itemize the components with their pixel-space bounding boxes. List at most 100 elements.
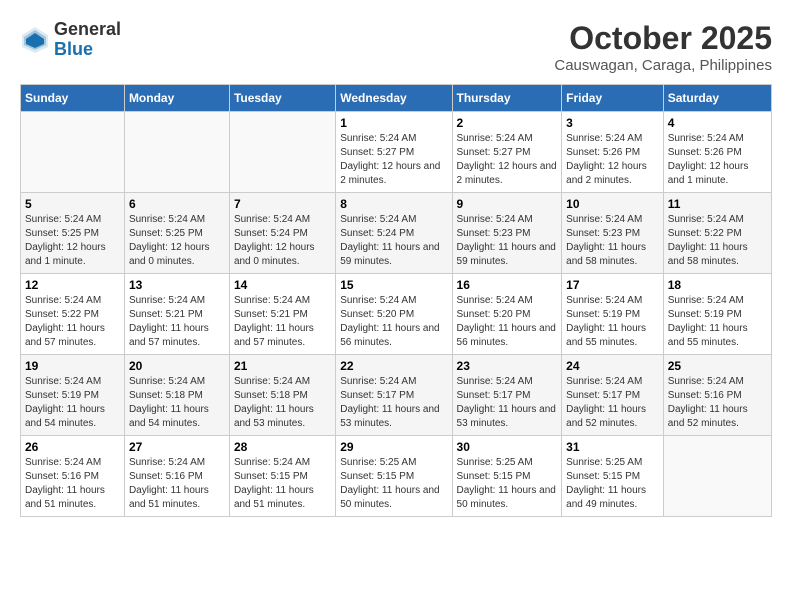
calendar-cell: 14 Sunrise: 5:24 AM Sunset: 5:21 PM Dayli… (229, 274, 335, 355)
day-info: Sunrise: 5:24 AM Sunset: 5:23 PM Dayligh… (566, 213, 659, 269)
day-number: 6 (129, 197, 225, 211)
calendar-cell: 15 Sunrise: 5:24 AM Sunset: 5:20 PM Dayli… (336, 274, 452, 355)
day-info: Sunrise: 5:24 AM Sunset: 5:25 PM Dayligh… (129, 213, 225, 269)
calendar-cell: 4Sunrise: 5:24 AM Sunset: 5:26 PM Daylig… (663, 112, 771, 193)
calendar-cell: 7 Sunrise: 5:24 AM Sunset: 5:24 PM Daylig… (229, 193, 335, 274)
calendar-week-4: 26 Sunrise: 5:24 AM Sunset: 5:16 PM Dayli… (21, 436, 772, 517)
day-info: Sunrise: 5:24 AM Sunset: 5:17 PM Dayligh… (566, 375, 659, 431)
title-section: October 2025 Causwagan, Caraga, Philippi… (554, 20, 772, 74)
calendar-week-3: 19Sunrise: 5:24 AM Sunset: 5:19 PM Dayli… (21, 355, 772, 436)
day-info: Sunrise: 5:24 AM Sunset: 5:21 PM Dayligh… (234, 294, 331, 350)
day-number: 18 (668, 278, 767, 292)
calendar-cell: 21Sunrise: 5:24 AM Sunset: 5:18 PM Dayli… (229, 355, 335, 436)
day-number: 29 (340, 440, 447, 454)
day-info: Sunrise: 5:24 AM Sunset: 5:26 PM Dayligh… (566, 132, 659, 188)
calendar-body: 1Sunrise: 5:24 AM Sunset: 5:27 PM Daylig… (21, 112, 772, 517)
day-info: Sunrise: 5:24 AM Sunset: 5:16 PM Dayligh… (668, 375, 767, 431)
day-number: 26 (25, 440, 120, 454)
day-info: Sunrise: 5:24 AM Sunset: 5:18 PM Dayligh… (129, 375, 225, 431)
calendar-week-2: 12 Sunrise: 5:24 AM Sunset: 5:22 PM Dayli… (21, 274, 772, 355)
calendar-cell: 6 Sunrise: 5:24 AM Sunset: 5:25 PM Daylig… (124, 193, 229, 274)
day-info: Sunrise: 5:24 AM Sunset: 5:17 PM Dayligh… (340, 375, 447, 431)
calendar-cell: 25Sunrise: 5:24 AM Sunset: 5:16 PM Dayli… (663, 355, 771, 436)
calendar-cell (21, 112, 125, 193)
header-monday: Monday (124, 85, 229, 112)
calendar-cell: 16 Sunrise: 5:24 AM Sunset: 5:20 PM Dayli… (452, 274, 562, 355)
header-saturday: Saturday (663, 85, 771, 112)
logo-text: General Blue (54, 20, 121, 60)
day-info: Sunrise: 5:24 AM Sunset: 5:21 PM Dayligh… (129, 294, 225, 350)
day-info: Sunrise: 5:24 AM Sunset: 5:19 PM Dayligh… (566, 294, 659, 350)
day-info: Sunrise: 5:25 AM Sunset: 5:15 PM Dayligh… (566, 456, 659, 512)
day-info: Sunrise: 5:24 AM Sunset: 5:20 PM Dayligh… (457, 294, 558, 350)
day-info: Sunrise: 5:24 AM Sunset: 5:24 PM Dayligh… (234, 213, 331, 269)
day-info: Sunrise: 5:24 AM Sunset: 5:16 PM Dayligh… (25, 456, 120, 512)
calendar-cell (229, 112, 335, 193)
day-info: Sunrise: 5:24 AM Sunset: 5:19 PM Dayligh… (668, 294, 767, 350)
day-number: 14 (234, 278, 331, 292)
header-row: Sunday Monday Tuesday Wednesday Thursday… (21, 85, 772, 112)
day-number: 11 (668, 197, 767, 211)
day-number: 9 (457, 197, 558, 211)
header-tuesday: Tuesday (229, 85, 335, 112)
calendar-cell: 17 Sunrise: 5:24 AM Sunset: 5:19 PM Dayli… (562, 274, 664, 355)
calendar-cell: 5 Sunrise: 5:24 AM Sunset: 5:25 PM Daylig… (21, 193, 125, 274)
calendar-cell: 30 Sunrise: 5:25 AM Sunset: 5:15 PM Dayli… (452, 436, 562, 517)
calendar-cell: 28 Sunrise: 5:24 AM Sunset: 5:15 PM Dayli… (229, 436, 335, 517)
calendar-cell: 3 Sunrise: 5:24 AM Sunset: 5:26 PM Daylig… (562, 112, 664, 193)
day-info: Sunrise: 5:24 AM Sunset: 5:20 PM Dayligh… (340, 294, 447, 350)
day-number: 10 (566, 197, 659, 211)
calendar-cell: 29 Sunrise: 5:25 AM Sunset: 5:15 PM Dayli… (336, 436, 452, 517)
day-info: Sunrise: 5:24 AM Sunset: 5:22 PM Dayligh… (668, 213, 767, 269)
day-number: 5 (25, 197, 120, 211)
calendar-cell (663, 436, 771, 517)
day-number: 23 (457, 359, 558, 373)
day-number: 17 (566, 278, 659, 292)
day-info: Sunrise: 5:24 AM Sunset: 5:19 PM Dayligh… (25, 375, 120, 431)
calendar-cell: 26 Sunrise: 5:24 AM Sunset: 5:16 PM Dayli… (21, 436, 125, 517)
calendar-table: Sunday Monday Tuesday Wednesday Thursday… (20, 84, 772, 517)
day-number: 20 (129, 359, 225, 373)
day-number: 3 (566, 116, 659, 130)
calendar-cell: 12 Sunrise: 5:24 AM Sunset: 5:22 PM Dayli… (21, 274, 125, 355)
day-number: 16 (457, 278, 558, 292)
month-title: October 2025 (554, 20, 772, 57)
day-number: 31 (566, 440, 659, 454)
calendar-cell (124, 112, 229, 193)
day-number: 28 (234, 440, 331, 454)
calendar-week-0: 1Sunrise: 5:24 AM Sunset: 5:27 PM Daylig… (21, 112, 772, 193)
calendar-cell: 20 Sunrise: 5:24 AM Sunset: 5:18 PM Dayli… (124, 355, 229, 436)
day-info: Sunrise: 5:24 AM Sunset: 5:25 PM Dayligh… (25, 213, 120, 269)
day-number: 7 (234, 197, 331, 211)
day-number: 8 (340, 197, 447, 211)
calendar-cell: 23 Sunrise: 5:24 AM Sunset: 5:17 PM Dayli… (452, 355, 562, 436)
calendar-cell: 18 Sunrise: 5:24 AM Sunset: 5:19 PM Dayli… (663, 274, 771, 355)
location: Causwagan, Caraga, Philippines (554, 57, 772, 74)
calendar-cell: 11 Sunrise: 5:24 AM Sunset: 5:22 PM Dayli… (663, 193, 771, 274)
day-number: 30 (457, 440, 558, 454)
day-info: Sunrise: 5:24 AM Sunset: 5:22 PM Dayligh… (25, 294, 120, 350)
header-thursday: Thursday (452, 85, 562, 112)
day-info: Sunrise: 5:24 AM Sunset: 5:26 PM Dayligh… (668, 132, 767, 188)
header-friday: Friday (562, 85, 664, 112)
day-info: Sunrise: 5:24 AM Sunset: 5:23 PM Dayligh… (457, 213, 558, 269)
logo-general: General (54, 20, 121, 40)
day-number: 13 (129, 278, 225, 292)
day-number: 24 (566, 359, 659, 373)
day-info: Sunrise: 5:24 AM Sunset: 5:17 PM Dayligh… (457, 375, 558, 431)
day-number: 12 (25, 278, 120, 292)
day-info: Sunrise: 5:24 AM Sunset: 5:27 PM Dayligh… (457, 132, 558, 188)
calendar-cell: 22 Sunrise: 5:24 AM Sunset: 5:17 PM Dayli… (336, 355, 452, 436)
calendar-header: Sunday Monday Tuesday Wednesday Thursday… (21, 85, 772, 112)
day-info: Sunrise: 5:24 AM Sunset: 5:15 PM Dayligh… (234, 456, 331, 512)
day-number: 22 (340, 359, 447, 373)
day-number: 15 (340, 278, 447, 292)
day-info: Sunrise: 5:24 AM Sunset: 5:18 PM Dayligh… (234, 375, 331, 431)
day-info: Sunrise: 5:25 AM Sunset: 5:15 PM Dayligh… (340, 456, 447, 512)
calendar-cell: 24 Sunrise: 5:24 AM Sunset: 5:17 PM Dayli… (562, 355, 664, 436)
day-number: 27 (129, 440, 225, 454)
day-info: Sunrise: 5:24 AM Sunset: 5:16 PM Dayligh… (129, 456, 225, 512)
header-wednesday: Wednesday (336, 85, 452, 112)
calendar-cell: 19Sunrise: 5:24 AM Sunset: 5:19 PM Dayli… (21, 355, 125, 436)
day-info: Sunrise: 5:25 AM Sunset: 5:15 PM Dayligh… (457, 456, 558, 512)
